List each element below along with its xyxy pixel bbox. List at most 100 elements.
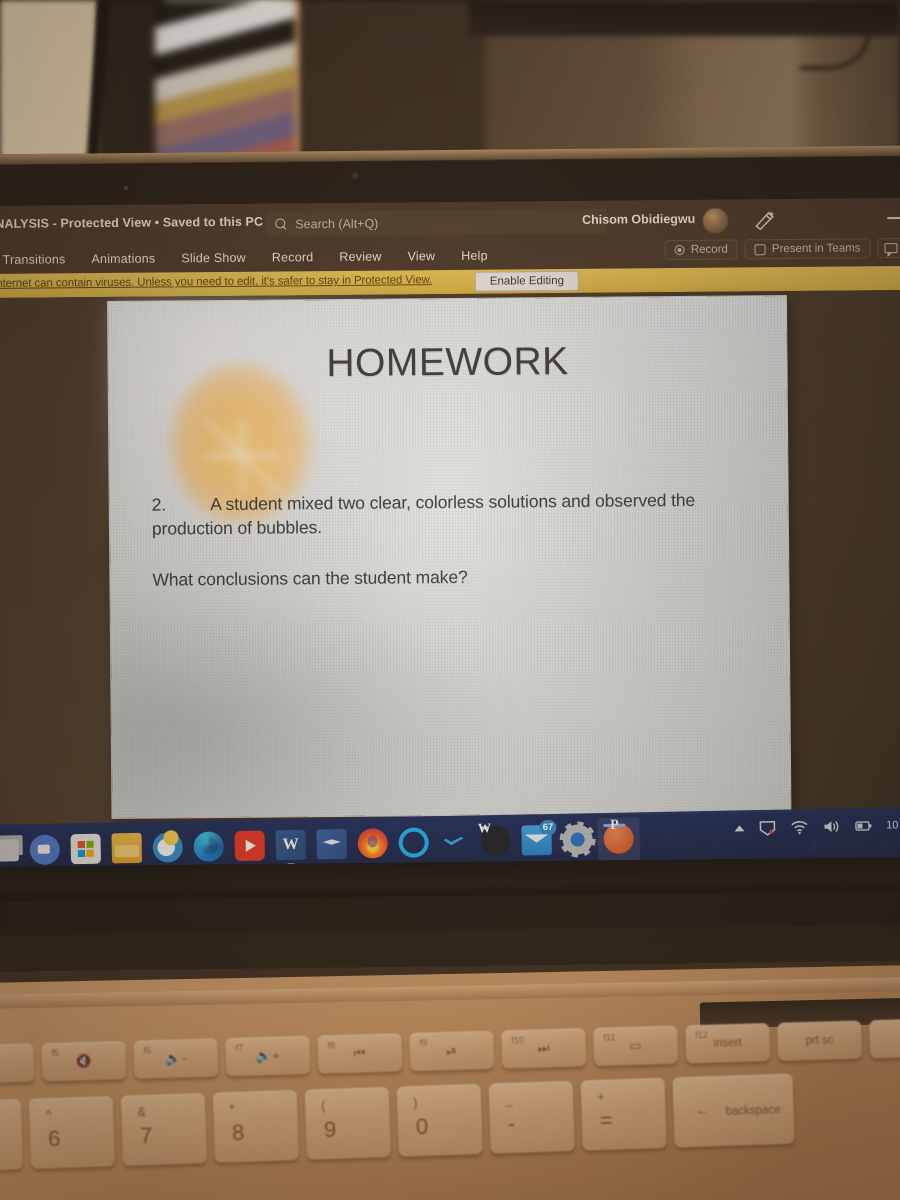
search-placeholder: Search (Alt+Q): [295, 216, 379, 231]
webcam-icon: [352, 172, 359, 179]
key-f12-insert[interactable]: f12 insert: [685, 1023, 771, 1064]
wifi-icon[interactable]: [790, 819, 808, 835]
tab-slide-show[interactable]: Slide Show: [168, 247, 259, 269]
ribbon-right-actions: Record Present in Teams: [664, 238, 900, 261]
search-icon: [275, 218, 287, 230]
key-9[interactable]: ( 9: [304, 1087, 391, 1160]
record-button-label: Record: [690, 243, 728, 256]
volume-down-icon: 🔉-: [164, 1050, 187, 1066]
microsoft-store-icon[interactable]: [70, 833, 102, 865]
notification-icon[interactable]: [758, 820, 776, 836]
checkmark-icon[interactable]: [439, 827, 470, 858]
battery-icon[interactable]: [854, 818, 872, 834]
circle-icon[interactable]: [398, 827, 429, 858]
edge-icon[interactable]: [193, 831, 225, 862]
question-line-1: A student mixed two clear, colorless sol…: [210, 490, 591, 515]
key-f9-label: f9: [419, 1037, 428, 1048]
firefox-icon[interactable]: [357, 828, 388, 859]
comment-icon: [883, 243, 898, 254]
tab-animations[interactable]: Animations: [78, 248, 168, 270]
key-f6-label: f6: [143, 1045, 152, 1056]
key-f9[interactable]: f9 ⏯: [409, 1030, 495, 1072]
comments-button[interactable]: [877, 238, 900, 259]
key-f5-label: f5: [51, 1047, 60, 1059]
question-number: 2.: [151, 494, 167, 515]
key-equals-number: =: [599, 1107, 614, 1134]
tab-transitions[interactable]: Transitions: [0, 249, 79, 271]
slide-followup-question: What conclusions can the student make?: [152, 566, 468, 590]
taskbar-clock[interactable]: 10: [886, 819, 898, 831]
key-f10[interactable]: f10 ⏭: [501, 1028, 587, 1069]
hanging-fabric: [155, 0, 295, 160]
laptop-screen: NALYSIS - Protected View • Saved to this…: [0, 197, 900, 869]
key-f7[interactable]: f7 🔉+: [225, 1035, 311, 1077]
slide-workspace: HOMEWORK 2. A student mixed two clear, co…: [0, 289, 900, 869]
key-f11[interactable]: f11 ▭: [593, 1025, 679, 1067]
word-icon[interactable]: W: [275, 829, 307, 861]
key-equals[interactable]: + =: [580, 1077, 667, 1151]
slide-question-paragraph: 2. A student mixed two clear, colorless s…: [152, 488, 752, 541]
key-5[interactable]: % 5: [0, 1099, 24, 1172]
next-track-icon: ⏭: [537, 1040, 551, 1056]
key-power[interactable]: ⏞: [869, 1017, 900, 1059]
key-backspace[interactable]: ← backspace: [672, 1073, 795, 1148]
account-name[interactable]: Chisom Obidiegwu: [582, 212, 695, 227]
search-input[interactable]: Search (Alt+Q): [265, 208, 608, 237]
key-f12-label: f12: [695, 1029, 709, 1041]
slide-canvas[interactable]: HOMEWORK 2. A student mixed two clear, co…: [100, 296, 791, 833]
key-plus-symbol: +: [596, 1088, 605, 1105]
key-f11-label: f11: [603, 1032, 616, 1043]
avatar[interactable]: [703, 208, 728, 233]
pen-draw-icon[interactable]: [753, 210, 775, 231]
task-view-icon[interactable]: [0, 839, 19, 862]
key-f10-label: f10: [511, 1034, 525, 1046]
tab-help[interactable]: Help: [448, 245, 501, 266]
chevron-up-icon[interactable]: [734, 825, 745, 832]
mail-badge: 67: [539, 819, 557, 836]
key-0[interactable]: ) 0: [396, 1083, 483, 1157]
tab-view[interactable]: View: [394, 246, 448, 267]
powerpoint-taskbar-slot: [597, 817, 641, 863]
key-f4[interactable]: f4 ▤: [0, 1043, 35, 1084]
key-7[interactable]: & 7: [120, 1093, 208, 1166]
minimize-icon[interactable]: [887, 217, 900, 220]
key-minus[interactable]: _ -: [488, 1080, 575, 1154]
previous-track-icon: ⏮: [353, 1045, 367, 1061]
slide-title: HOMEWORK: [326, 339, 569, 386]
key-6-symbol: ^: [45, 1107, 52, 1123]
w-dark-icon[interactable]: [480, 825, 511, 857]
system-tray: 10: [734, 817, 899, 836]
prt-sc-label: prt sc: [805, 1034, 834, 1048]
volume-icon[interactable]: [822, 818, 840, 834]
key-9-number: 9: [323, 1116, 337, 1143]
protected-view-message: e Internet can contain viruses. Unless y…: [0, 274, 433, 291]
present-in-teams-label: Present in Teams: [771, 242, 861, 256]
key-f5[interactable]: f5 🔇: [41, 1041, 127, 1082]
present-in-teams-button[interactable]: Present in Teams: [744, 238, 871, 260]
graduation-cap-icon[interactable]: [316, 828, 348, 860]
key-f8[interactable]: f8 ⏮: [317, 1033, 403, 1074]
tab-review[interactable]: Review: [326, 246, 394, 268]
insert-key-label: insert: [713, 1036, 742, 1050]
tab-record[interactable]: Record: [259, 247, 327, 269]
key-minus-symbol: _: [504, 1091, 513, 1108]
key-f6[interactable]: f6 🔉-: [133, 1038, 219, 1079]
key-8-symbol: *: [228, 1101, 235, 1117]
key-7-symbol: &: [137, 1104, 147, 1120]
key-6[interactable]: ^ 6: [28, 1096, 116, 1169]
backspace-label: backspace: [725, 1104, 781, 1118]
folder-icon[interactable]: [111, 832, 143, 864]
key-f7-label: f7: [235, 1042, 244, 1054]
key-print-screen[interactable]: prt sc: [777, 1020, 863, 1061]
help-circle-icon[interactable]: [152, 832, 184, 863]
youtube-icon[interactable]: [234, 830, 266, 862]
mail-icon[interactable]: 67: [521, 819, 557, 856]
key-8[interactable]: * 8: [212, 1090, 299, 1163]
gear-icon[interactable]: [562, 824, 593, 855]
enable-editing-button[interactable]: Enable Editing: [474, 270, 580, 292]
record-button[interactable]: Record: [664, 239, 738, 261]
key-0-symbol: ): [412, 1095, 418, 1111]
volume-up-icon: 🔉+: [255, 1047, 281, 1064]
teams-icon: [754, 243, 766, 255]
chat-icon[interactable]: [29, 834, 61, 866]
